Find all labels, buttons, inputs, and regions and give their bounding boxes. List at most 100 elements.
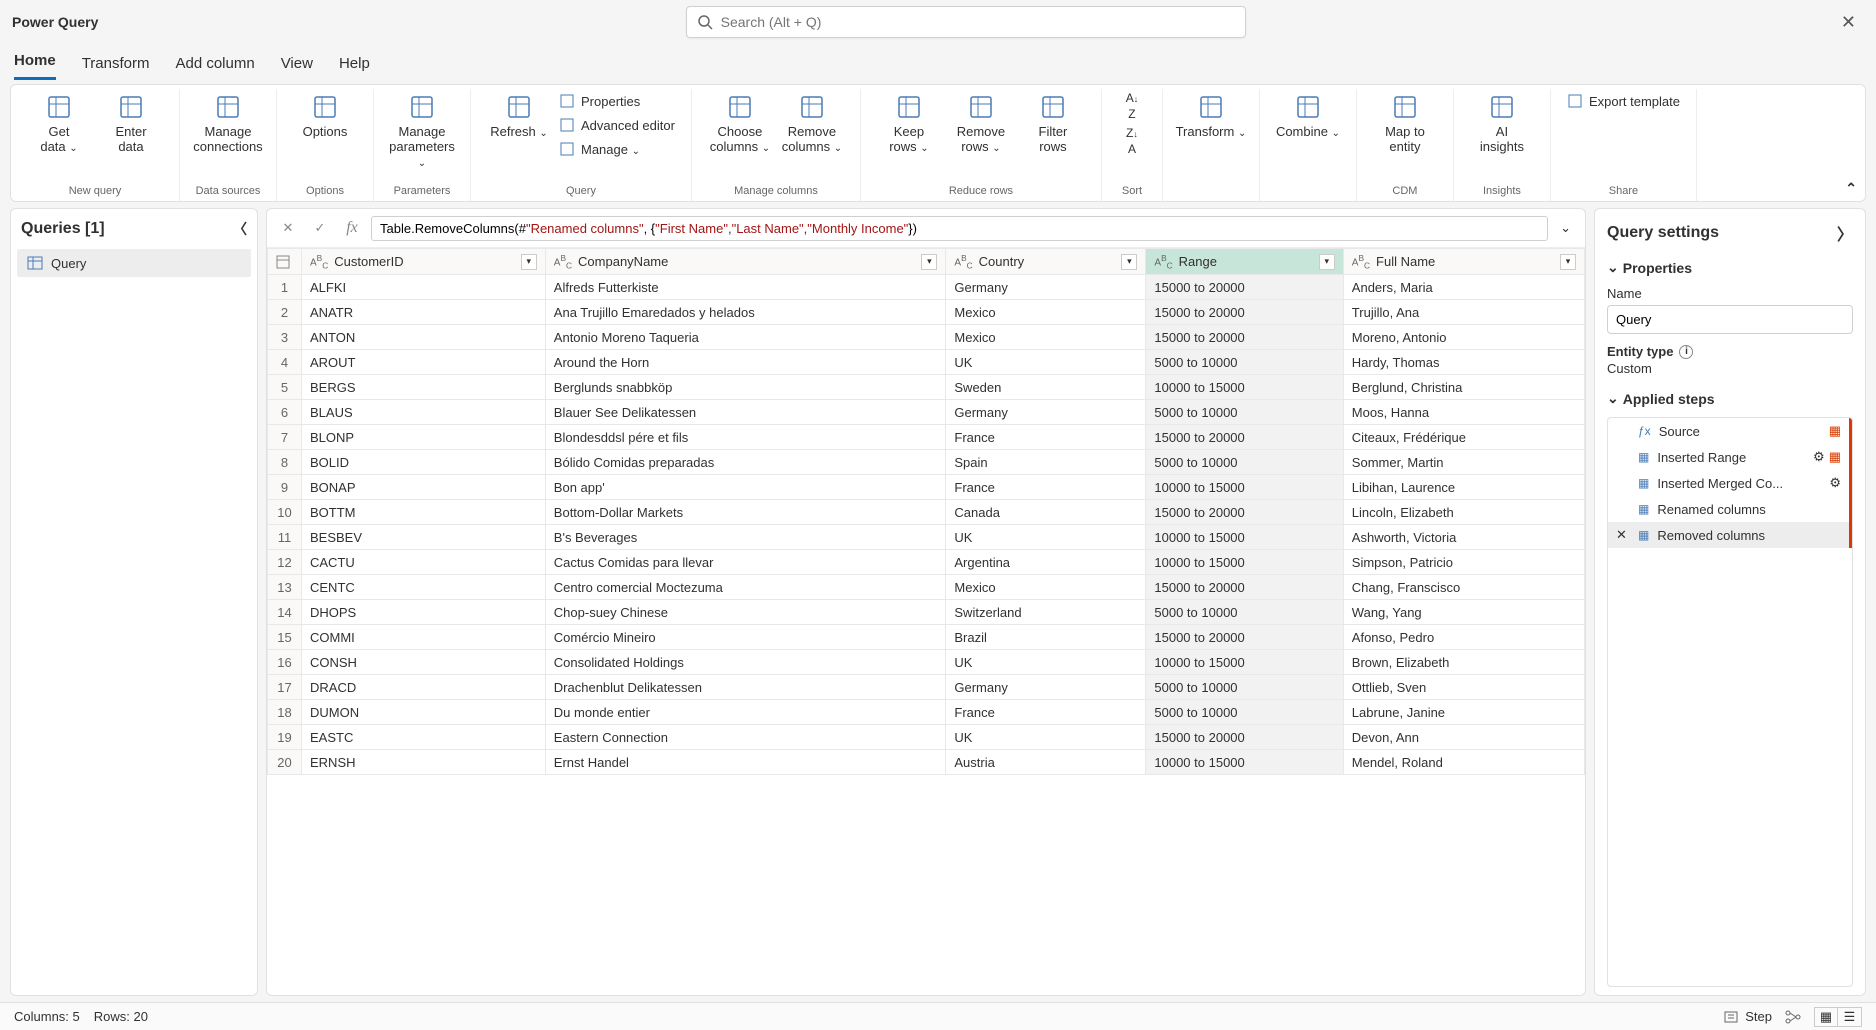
cell[interactable]: UK — [946, 725, 1146, 750]
cell[interactable]: Ana Trujillo Emaredados y helados — [545, 300, 946, 325]
cell[interactable]: 5000 to 10000 — [1146, 600, 1343, 625]
table-row[interactable]: 7BLONPBlondesddsl pére et filsFrance1500… — [268, 425, 1585, 450]
query-item[interactable]: Query — [17, 249, 251, 277]
table-row[interactable]: 12CACTUCactus Comidas para llevarArgenti… — [268, 550, 1585, 575]
cell[interactable]: Libihan, Laurence — [1343, 475, 1584, 500]
table-row[interactable]: 20ERNSHErnst HandelAustria10000 to 15000… — [268, 750, 1585, 775]
link-icon[interactable]: ▦ — [1829, 423, 1841, 439]
row-number[interactable]: 11 — [268, 525, 302, 550]
cell[interactable]: Afonso, Pedro — [1343, 625, 1584, 650]
cell[interactable]: Argentina — [946, 550, 1146, 575]
row-number[interactable]: 17 — [268, 675, 302, 700]
table-row[interactable]: 16CONSHConsolidated HoldingsUK10000 to 1… — [268, 650, 1585, 675]
cell[interactable]: BOLID — [302, 450, 546, 475]
cell[interactable]: Switzerland — [946, 600, 1146, 625]
cell[interactable]: 10000 to 15000 — [1146, 475, 1343, 500]
cell[interactable]: Mexico — [946, 300, 1146, 325]
branch-icon[interactable] — [1784, 1009, 1802, 1025]
formula-bar[interactable]: Table.RemoveColumns(# "Renamed columns" … — [371, 216, 1548, 241]
row-number[interactable]: 12 — [268, 550, 302, 575]
cell[interactable]: 10000 to 15000 — [1146, 650, 1343, 675]
cell[interactable]: Blondesddsl pére et fils — [545, 425, 946, 450]
filter-icon[interactable]: ▾ — [1560, 254, 1576, 270]
cell[interactable]: Berglunds snabbköp — [545, 375, 946, 400]
table-row[interactable]: 15COMMIComércio MineiroBrazil15000 to 20… — [268, 625, 1585, 650]
row-number[interactable]: 20 — [268, 750, 302, 775]
cell[interactable]: Cactus Comidas para llevar — [545, 550, 946, 575]
cell[interactable]: Mexico — [946, 325, 1146, 350]
ribbon-transform[interactable]: Transform ⌄ — [1175, 89, 1247, 140]
cell[interactable]: 10000 to 15000 — [1146, 550, 1343, 575]
cell[interactable]: Hardy, Thomas — [1343, 350, 1584, 375]
filter-icon[interactable]: ▾ — [921, 254, 937, 270]
cell[interactable]: Bólido Comidas preparadas — [545, 450, 946, 475]
cell[interactable]: Citeaux, Frédérique — [1343, 425, 1584, 450]
cell[interactable]: Germany — [946, 400, 1146, 425]
gear-icon[interactable]: ⚙ — [1813, 449, 1825, 465]
ribbon-enter[interactable]: Enterdata — [95, 89, 167, 155]
ribbon-collapse[interactable]: ⌃ — [1845, 180, 1857, 197]
cell[interactable]: CONSH — [302, 650, 546, 675]
cell[interactable]: 10000 to 15000 — [1146, 525, 1343, 550]
cell[interactable]: Antonio Moreno Taqueria — [545, 325, 946, 350]
table-row[interactable]: 4AROUTAround the HornUK5000 to 10000Hard… — [268, 350, 1585, 375]
tab-add-column[interactable]: Add column — [175, 55, 254, 80]
step-button[interactable]: Step — [1723, 1009, 1772, 1025]
ribbon-choose[interactable]: Choosecolumns ⌄ — [704, 89, 776, 155]
column-header-customerid[interactable]: ABCCustomerID▾ — [302, 249, 546, 275]
view-grid[interactable]: ▦ — [1814, 1007, 1838, 1027]
cell[interactable]: COMMI — [302, 625, 546, 650]
cell[interactable]: 10000 to 15000 — [1146, 750, 1343, 775]
table-row[interactable]: 11BESBEVB's BeveragesUK10000 to 15000Ash… — [268, 525, 1585, 550]
cell[interactable]: Du monde entier — [545, 700, 946, 725]
table-row[interactable]: 10BOTTMBottom-Dollar MarketsCanada15000 … — [268, 500, 1585, 525]
cell[interactable]: Moreno, Antonio — [1343, 325, 1584, 350]
row-number[interactable]: 3 — [268, 325, 302, 350]
column-header-companyname[interactable]: ABCCompanyName▾ — [545, 249, 946, 275]
search-box[interactable] — [686, 6, 1246, 38]
step-source[interactable]: ✕ƒxSource▦ — [1608, 418, 1852, 444]
step-removed-columns[interactable]: ✕▦Removed columns — [1608, 522, 1852, 548]
filter-icon[interactable]: ▾ — [521, 254, 537, 270]
table-row[interactable]: 6BLAUSBlauer See DelikatessenGermany5000… — [268, 400, 1585, 425]
cell[interactable]: Germany — [946, 675, 1146, 700]
applied-steps-section[interactable]: ⌄Applied steps — [1607, 390, 1853, 407]
cell[interactable]: CENTC — [302, 575, 546, 600]
ribbon-filter[interactable]: Filterrows — [1017, 89, 1089, 155]
row-number[interactable]: 15 — [268, 625, 302, 650]
cell[interactable]: Austria — [946, 750, 1146, 775]
cell[interactable]: Bottom-Dollar Markets — [545, 500, 946, 525]
cell[interactable]: DHOPS — [302, 600, 546, 625]
row-number[interactable]: 2 — [268, 300, 302, 325]
cell[interactable]: ERNSH — [302, 750, 546, 775]
formula-commit[interactable]: ✓ — [307, 215, 333, 241]
queries-collapse[interactable]: 〈 — [233, 219, 247, 239]
ribbon-options[interactable]: Options — [289, 89, 361, 140]
cell[interactable]: BERGS — [302, 375, 546, 400]
cell[interactable]: Berglund, Christina — [1343, 375, 1584, 400]
cell[interactable]: France — [946, 425, 1146, 450]
cell[interactable]: Sommer, Martin — [1343, 450, 1584, 475]
cell[interactable]: BLAUS — [302, 400, 546, 425]
cell[interactable]: DUMON — [302, 700, 546, 725]
search-input[interactable] — [721, 14, 1235, 30]
close-button[interactable]: ✕ — [1833, 12, 1864, 33]
cell[interactable]: EASTC — [302, 725, 546, 750]
cell[interactable]: 10000 to 15000 — [1146, 375, 1343, 400]
ribbon-manage[interactable]: Manageparameters ⌄ — [386, 89, 458, 170]
row-number[interactable]: 14 — [268, 600, 302, 625]
cell[interactable]: Drachenblut Delikatessen — [545, 675, 946, 700]
info-icon[interactable]: i — [1679, 345, 1693, 359]
cell[interactable]: France — [946, 700, 1146, 725]
cell[interactable]: Simpson, Patricio — [1343, 550, 1584, 575]
cell[interactable]: 5000 to 10000 — [1146, 675, 1343, 700]
cell[interactable]: Consolidated Holdings — [545, 650, 946, 675]
table-row[interactable]: 18DUMONDu monde entierFrance5000 to 1000… — [268, 700, 1585, 725]
ribbon-combine[interactable]: Combine ⌄ — [1272, 89, 1344, 140]
sort-buttons[interactable]: A↓ZZ↓A — [1114, 89, 1150, 157]
cell[interactable]: Ottlieb, Sven — [1343, 675, 1584, 700]
delete-step-icon[interactable]: ✕ — [1616, 527, 1630, 543]
cell[interactable]: Mexico — [946, 575, 1146, 600]
cell[interactable]: Devon, Ann — [1343, 725, 1584, 750]
cell[interactable]: 15000 to 20000 — [1146, 725, 1343, 750]
